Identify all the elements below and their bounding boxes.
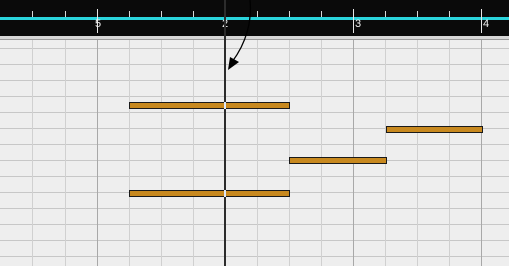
key-editor[interactable]: 5 2 3 4 xyxy=(0,0,509,266)
arrow-pointer-icon xyxy=(228,0,252,70)
